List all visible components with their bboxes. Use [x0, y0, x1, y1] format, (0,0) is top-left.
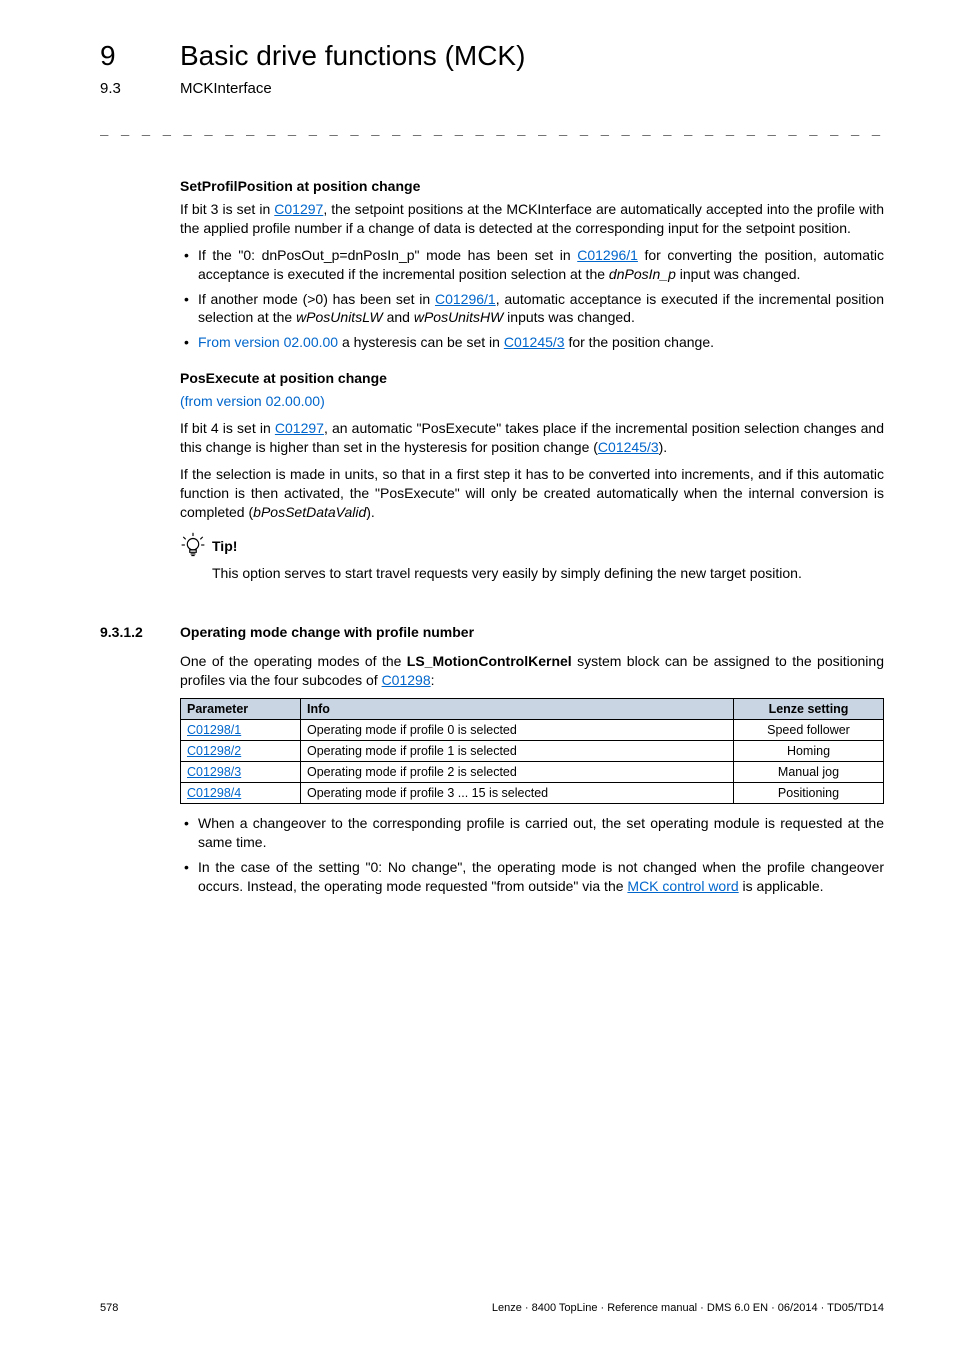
text: for the position change.	[565, 334, 714, 350]
paragraph: If bit 4 is set in C01297, an automatic …	[180, 419, 884, 457]
list-item: In the case of the setting "0: No change…	[180, 858, 884, 896]
text: is applicable.	[739, 878, 824, 894]
table-cell: Operating mode if profile 0 is selected	[301, 720, 734, 741]
text: :	[431, 672, 435, 688]
table-cell: Operating mode if profile 1 is selected	[301, 741, 734, 762]
heading-posexecute: PosExecute at position change	[180, 370, 884, 386]
list-item: If the "0: dnPosOut_p=dnPosIn_p" mode ha…	[180, 246, 884, 284]
link-param[interactable]: C01298/3	[187, 765, 241, 779]
chapter-title: Basic drive functions (MCK)	[180, 40, 525, 72]
text: If bit 3 is set in	[180, 201, 274, 217]
bullet-list: If the "0: dnPosOut_p=dnPosIn_p" mode ha…	[180, 246, 884, 352]
table-cell: Positioning	[734, 783, 884, 804]
link-c01296-1[interactable]: C01296/1	[435, 291, 496, 307]
text: One of the operating modes of the	[180, 653, 407, 669]
italic-text: wPosUnitsLW	[296, 309, 383, 325]
link-param[interactable]: C01298/2	[187, 744, 241, 758]
version-tag: (from version 02.00.00)	[180, 393, 325, 409]
paragraph: If the selection is made in units, so th…	[180, 465, 884, 522]
link-c01245-3[interactable]: C01245/3	[598, 439, 659, 455]
tip-text: This option serves to start travel reque…	[212, 564, 884, 583]
table-cell: Operating mode if profile 3 ... 15 is se…	[301, 783, 734, 804]
link-c01245-3[interactable]: C01245/3	[504, 334, 565, 350]
footer-text: Lenze · 8400 TopLine · Reference manual …	[492, 1302, 884, 1314]
bold-text: LS_MotionControlKernel	[407, 653, 572, 669]
text: a hysteresis can be set in	[338, 334, 504, 350]
text: and	[383, 309, 414, 325]
table-row: C01298/2 Operating mode if profile 1 is …	[181, 741, 884, 762]
version-tag: From version 02.00.00	[198, 334, 338, 350]
table-header: Info	[301, 699, 734, 720]
list-item: When a changeover to the corresponding p…	[180, 814, 884, 852]
italic-text: bPosSetDataValid	[253, 504, 366, 520]
link-mck-control-word[interactable]: MCK control word	[627, 878, 738, 894]
link-param[interactable]: C01298/1	[187, 723, 241, 737]
divider-dashes: _ _ _ _ _ _ _ _ _ _ _ _ _ _ _ _ _ _ _ _ …	[100, 120, 884, 136]
paragraph: One of the operating modes of the LS_Mot…	[180, 652, 884, 690]
tip-block: Tip!	[180, 532, 884, 558]
chapter-number: 9	[100, 40, 116, 72]
table-cell: Manual jog	[734, 762, 884, 783]
table-row: C01298/1 Operating mode if profile 0 is …	[181, 720, 884, 741]
section-number: 9.3	[100, 80, 121, 97]
link-c01297[interactable]: C01297	[274, 201, 323, 217]
table-cell: Operating mode if profile 2 is selected	[301, 762, 734, 783]
section-title: MCKInterface	[180, 80, 272, 97]
subsection-title: Operating mode change with profile numbe…	[180, 624, 474, 640]
link-param[interactable]: C01298/4	[187, 786, 241, 800]
text: If another mode (>0) has been set in	[198, 291, 435, 307]
page-footer: 578 Lenze · 8400 TopLine · Reference man…	[100, 1302, 884, 1314]
table-header: Parameter	[181, 699, 301, 720]
table-header: Lenze setting	[734, 699, 884, 720]
text: input was changed.	[676, 266, 801, 282]
text: If the "0: dnPosOut_p=dnPosIn_p" mode ha…	[198, 247, 577, 263]
heading-setprofilposition: SetProfilPosition at position change	[180, 178, 884, 194]
text: If bit 4 is set in	[180, 420, 275, 436]
subsection-number: 9.3.1.2	[100, 624, 180, 640]
table-row: C01298/3 Operating mode if profile 2 is …	[181, 762, 884, 783]
link-c01298[interactable]: C01298	[382, 672, 431, 688]
text: inputs was changed.	[503, 309, 635, 325]
italic-text: wPosUnitsHW	[414, 309, 503, 325]
italic-text: dnPosIn_p	[609, 266, 676, 282]
lightbulb-icon	[180, 532, 206, 558]
text: ).	[659, 439, 668, 455]
bullet-list: When a changeover to the corresponding p…	[180, 814, 884, 896]
paragraph: If bit 3 is set in C01297, the setpoint …	[180, 200, 884, 238]
table-cell: Homing	[734, 741, 884, 762]
subsection-heading: 9.3.1.2 Operating mode change with profi…	[100, 624, 884, 640]
page-number: 578	[100, 1302, 118, 1314]
list-item: From version 02.00.00 a hysteresis can b…	[180, 333, 884, 352]
parameter-table: Parameter Info Lenze setting C01298/1 Op…	[180, 698, 884, 804]
table-cell: Speed follower	[734, 720, 884, 741]
tip-label: Tip!	[212, 532, 237, 554]
text: ).	[366, 504, 375, 520]
table-row: C01298/4 Operating mode if profile 3 ...…	[181, 783, 884, 804]
link-c01296-1[interactable]: C01296/1	[577, 247, 638, 263]
table-header-row: Parameter Info Lenze setting	[181, 699, 884, 720]
list-item: If another mode (>0) has been set in C01…	[180, 290, 884, 328]
link-c01297[interactable]: C01297	[275, 420, 324, 436]
